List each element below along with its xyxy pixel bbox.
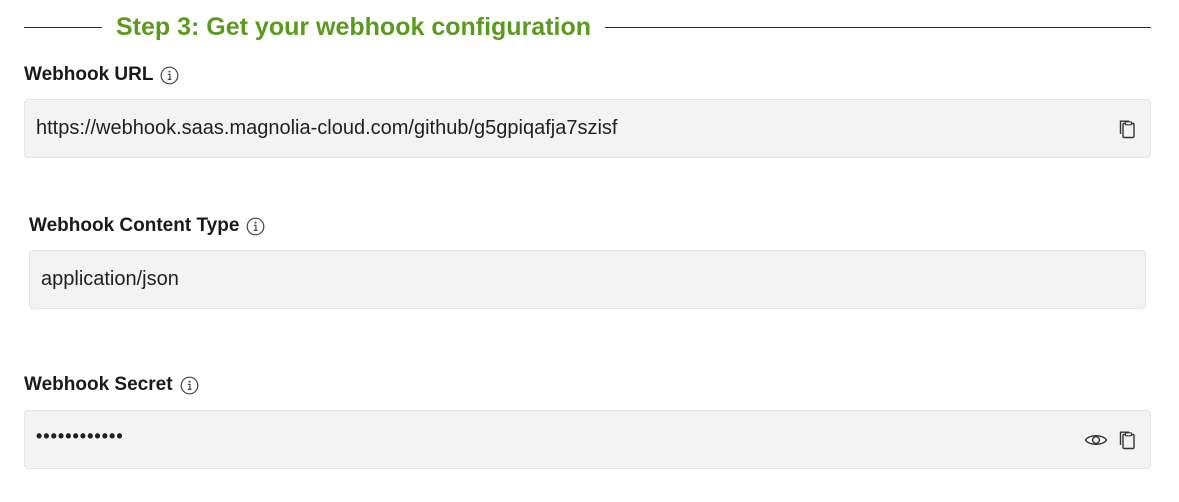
webhook-url-label-row: Webhook URL xyxy=(24,63,179,87)
step-header: Step 3: Get your webhook configuration xyxy=(24,8,1151,46)
webhook-secret-label: Webhook Secret xyxy=(24,374,173,395)
webhook-content-type-label-row: Webhook Content Type xyxy=(29,214,265,238)
webhook-url-label: Webhook URL xyxy=(24,64,154,85)
webhook-content-type-value[interactable]: application/json xyxy=(41,268,1133,291)
copy-icon[interactable] xyxy=(1116,117,1138,141)
webhook-url-actions xyxy=(1116,117,1138,141)
header-rule-left xyxy=(24,26,102,28)
eye-icon[interactable] xyxy=(1084,428,1108,452)
info-icon[interactable] xyxy=(160,66,179,85)
webhook-secret-label-row: Webhook Secret xyxy=(24,373,199,397)
webhook-content-type-field[interactable]: application/json xyxy=(29,250,1146,309)
webhook-configuration-page: Step 3: Get your webhook configuration W… xyxy=(0,0,1179,502)
webhook-content-type-label: Webhook Content Type xyxy=(29,215,240,236)
webhook-url-field[interactable]: https://webhook.saas.magnolia-cloud.com/… xyxy=(24,99,1151,158)
webhook-secret-field[interactable]: •••••••••••• xyxy=(24,410,1151,469)
webhook-secret-actions xyxy=(1084,428,1138,452)
webhook-secret-value[interactable]: •••••••••••• xyxy=(36,426,1084,447)
step-title: Step 3: Get your webhook configuration xyxy=(116,12,592,41)
copy-icon[interactable] xyxy=(1116,428,1138,452)
header-rule-right xyxy=(605,26,1151,28)
info-icon[interactable] xyxy=(180,376,199,395)
webhook-url-value[interactable]: https://webhook.saas.magnolia-cloud.com/… xyxy=(36,117,1116,140)
info-icon[interactable] xyxy=(246,217,265,236)
